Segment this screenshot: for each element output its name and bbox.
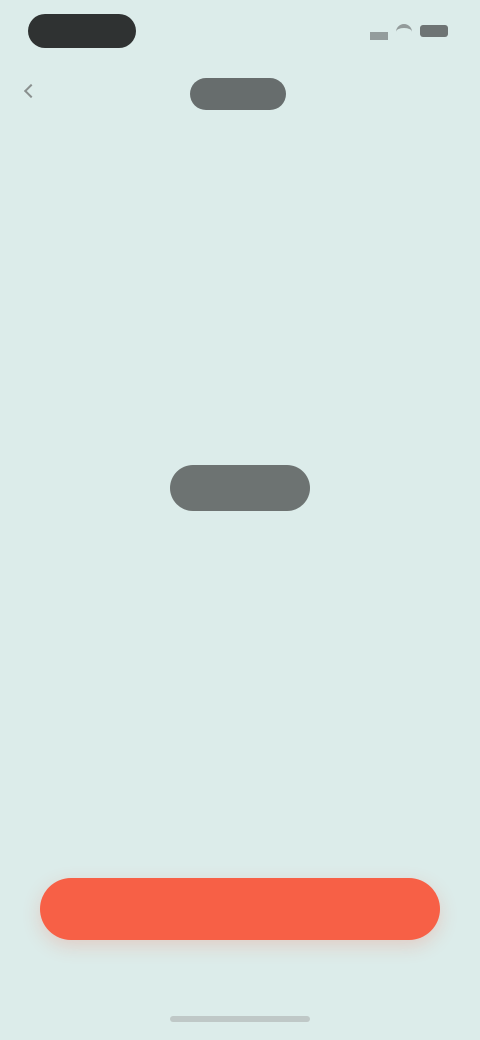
status-time [28, 14, 136, 48]
page-title [190, 78, 286, 110]
empty-state [40, 465, 440, 595]
chevron-left-icon [23, 83, 39, 99]
status-bar [0, 0, 480, 64]
app-screen [0, 0, 480, 1040]
wifi-icon [396, 24, 412, 38]
navigation-header [0, 70, 480, 122]
empty-state-title [170, 465, 310, 511]
status-icons [370, 22, 448, 40]
battery-icon [420, 25, 448, 37]
home-indicator [170, 1016, 310, 1022]
signal-icon [370, 22, 388, 40]
primary-action-button[interactable] [40, 878, 440, 940]
back-button[interactable] [23, 83, 88, 101]
